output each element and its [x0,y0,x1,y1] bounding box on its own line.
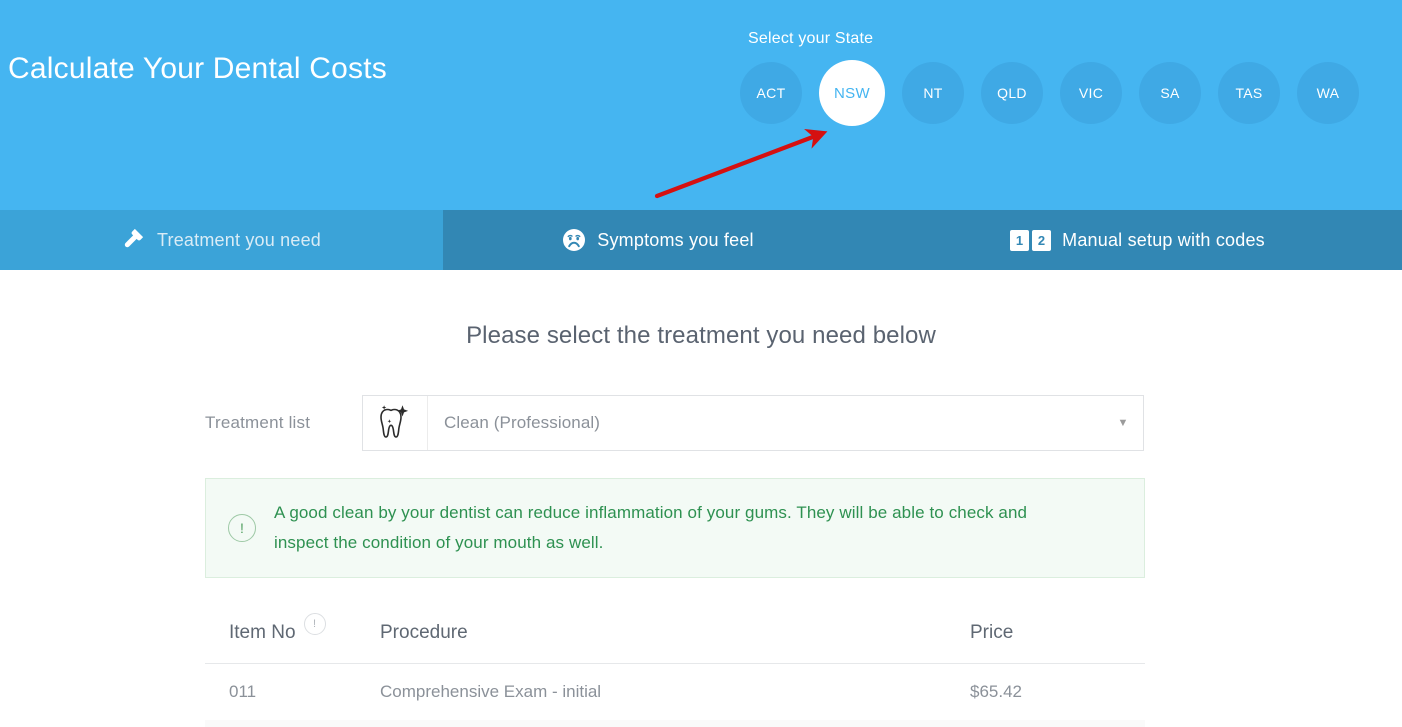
state-button-tas[interactable]: TAS [1218,62,1280,124]
tooth-sparkle-icon [363,396,428,450]
table-row[interactable] [205,720,1145,727]
tab-label: Symptoms you feel [597,229,754,250]
state-button-row: ACT NSW NT QLD VIC SA TAS WA [740,60,1380,126]
state-selector: Select your State ACT NSW NT QLD VIC SA … [740,30,1380,126]
state-selector-label: Select your State [748,30,874,47]
state-button-nt[interactable]: NT [902,62,964,124]
column-header-item-no: Item No ! [205,612,380,644]
alert-text: A good clean by your dentist can reduce … [274,503,1028,552]
procedures-table: Item No ! Procedure Price 011 Comprehens… [205,602,1145,727]
page-header: Calculate Your Dental Costs Select your … [0,0,1402,210]
cell-procedure: Comprehensive Exam - initial [380,682,602,701]
state-button-nsw[interactable]: NSW [819,60,885,126]
treatment-list-label: Treatment list [205,413,311,432]
number-box-1: 1 [1010,229,1030,251]
tab-label: Treatment you need [156,229,322,250]
page-title: Calculate Your Dental Costs [8,52,387,85]
treatment-list-value: Clean (Professional) [444,413,601,432]
sad-face-icon [562,228,586,252]
main-content: Please select the treatment you need bel… [0,270,1402,727]
numbers-12-icon: 1 2 [1010,229,1052,251]
exclamation-circle-icon[interactable]: ! [303,612,326,635]
state-button-qld[interactable]: QLD [981,62,1043,124]
wrench-icon [122,228,146,252]
state-button-sa[interactable]: SA [1139,62,1201,124]
annotation-arrow-icon [654,129,828,199]
tab-bar: Treatment you need Symptoms you feel 1 2… [0,210,1402,270]
state-button-wa[interactable]: WA [1297,62,1359,124]
exclamation-circle-icon: ! [228,514,256,542]
number-box-2: 2 [1032,229,1052,251]
treatment-info-alert: ! A good clean by your dentist can reduc… [205,478,1145,578]
table-row[interactable]: 011 Comprehensive Exam - initial $65.42 [205,664,1145,720]
section-title: Please select the treatment you need bel… [466,322,936,349]
tab-label: Manual setup with codes [1062,229,1265,250]
tab-treatment-you-need[interactable]: Treatment you need [0,210,443,270]
column-header-item-no-label: Item No [229,621,296,643]
cell-price: $65.42 [970,682,1022,701]
treatment-list-row: Treatment list Clean (Professional) ▼ [0,395,1402,451]
table-header-row: Item No ! Procedure Price [205,602,1145,664]
tab-symptoms-you-feel[interactable]: Symptoms you feel [443,210,873,270]
state-button-act[interactable]: ACT [740,62,802,124]
tab-manual-setup-with-codes[interactable]: 1 2 Manual setup with codes [873,210,1402,270]
state-button-vic[interactable]: VIC [1060,62,1122,124]
column-header-price: Price [970,621,1014,643]
treatment-list-select[interactable]: Clean (Professional) ▼ [362,395,1144,451]
cell-item-no: 011 [229,682,257,701]
column-header-procedure: Procedure [380,621,468,643]
chevron-down-icon[interactable]: ▼ [1103,417,1143,429]
